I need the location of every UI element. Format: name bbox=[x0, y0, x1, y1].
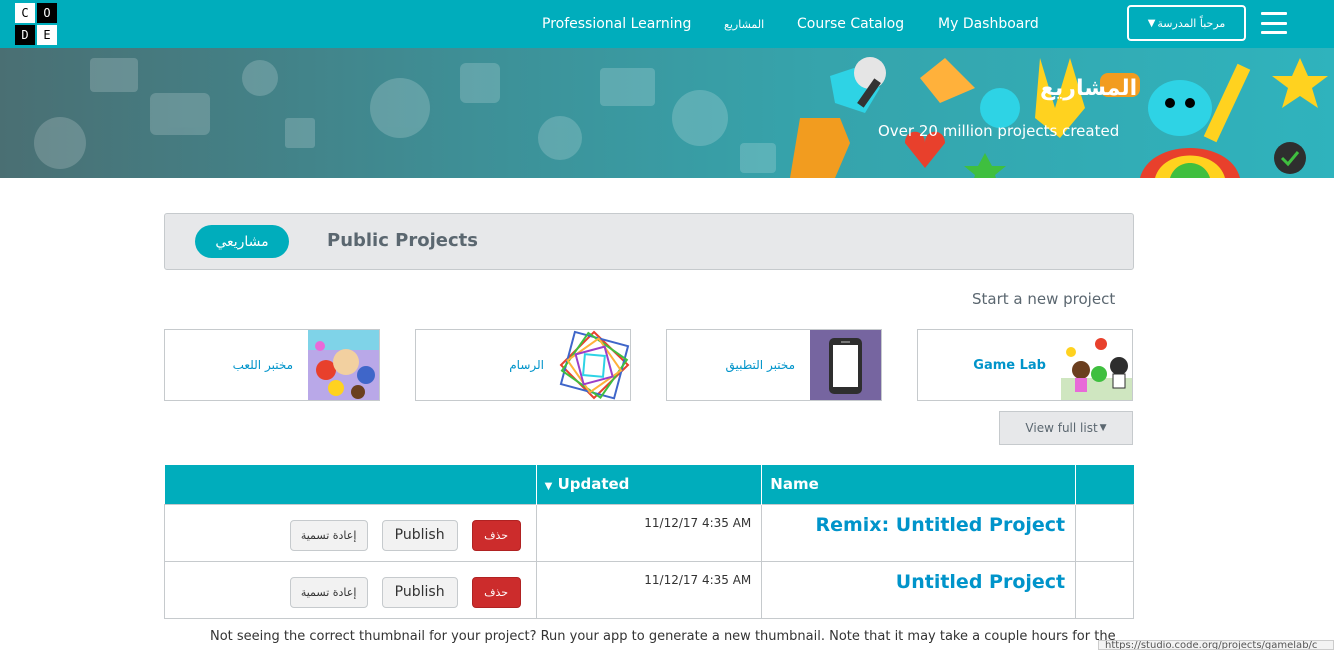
project-name-link[interactable]: Remix: Untitled Project bbox=[762, 505, 1075, 536]
logo-letter-o: O bbox=[37, 3, 57, 23]
project-name-link[interactable]: Untitled Project bbox=[762, 562, 1075, 593]
header-name[interactable]: Name bbox=[761, 465, 1077, 504]
header-updated[interactable]: ▼ Updated bbox=[536, 465, 763, 504]
thumbnail-help-note: Not seeing the correct thumbnail for you… bbox=[210, 629, 1116, 644]
start-new-project-heading: Start a new project bbox=[972, 290, 1116, 308]
sort-caret-down-icon: ▼ bbox=[544, 481, 553, 493]
banner-subtitle: Over 20 million projects created bbox=[878, 122, 1120, 140]
table-row: إعادة تسمية Publish حذف 11/12/17 4:35 AM… bbox=[164, 560, 1134, 619]
project-type-artist[interactable]: الرسام bbox=[415, 329, 631, 401]
row-updated: 11/12/17 4:35 AM bbox=[535, 560, 763, 619]
user-menu-button[interactable]: ▼ مرحباً المدرسة bbox=[1127, 5, 1246, 41]
nav-my-dashboard[interactable]: My Dashboard bbox=[938, 0, 1039, 48]
logo-letter-e: E bbox=[37, 25, 57, 45]
updated-date: 11/12/17 4:35 AM bbox=[644, 515, 752, 530]
caret-down-icon: ▼ bbox=[1147, 17, 1156, 29]
project-type-gamelab[interactable]: Game Lab bbox=[917, 329, 1133, 401]
project-type-playlab[interactable]: مختبر اللعب bbox=[164, 329, 380, 401]
table-row: إعادة تسمية Publish حذف 11/12/17 4:35 AM… bbox=[164, 503, 1134, 562]
row-actions: إعادة تسمية Publish حذف bbox=[164, 560, 537, 619]
header-updated-label: Updated bbox=[557, 475, 630, 494]
updated-date: 11/12/17 4:35 AM bbox=[644, 572, 752, 587]
banner-illustration bbox=[34, 57, 1328, 178]
publish-button[interactable]: Publish bbox=[381, 519, 458, 551]
delete-button[interactable]: حذف bbox=[471, 576, 521, 608]
header-extra bbox=[1075, 465, 1134, 504]
user-menu-label: مرحباً المدرسة bbox=[1157, 16, 1226, 30]
rename-button[interactable]: إعادة تسمية bbox=[289, 576, 368, 608]
row-updated: 11/12/17 4:35 AM bbox=[535, 503, 763, 562]
nav-course-catalog[interactable]: Course Catalog bbox=[797, 0, 904, 48]
nav-projects[interactable]: المشاريع bbox=[724, 0, 764, 48]
tab-public-projects[interactable]: Public Projects bbox=[327, 230, 478, 251]
playlab-thumbnail bbox=[308, 330, 379, 400]
top-nav-bar: C O D E Professional Learning المشاريع C… bbox=[0, 0, 1334, 48]
logo-letter-c: C bbox=[15, 3, 35, 23]
hamburger-icon[interactable] bbox=[1261, 12, 1287, 34]
row-actions: إعادة تسمية Publish حذف bbox=[164, 503, 537, 562]
publish-button[interactable]: Publish bbox=[381, 576, 458, 608]
view-full-list-button[interactable]: View full list ▼ bbox=[999, 411, 1133, 445]
code-logo[interactable]: C O D E bbox=[15, 3, 57, 45]
artist-thumbnail bbox=[559, 330, 630, 400]
row-extra bbox=[1075, 560, 1134, 619]
row-name: Untitled Project bbox=[761, 560, 1077, 619]
project-type-label: مختبر التطبيق bbox=[725, 358, 795, 372]
projects-banner: المشاريع Over 20 million projects create… bbox=[0, 48, 1334, 178]
rename-button[interactable]: إعادة تسمية bbox=[289, 519, 368, 551]
project-type-applab[interactable]: مختبر التطبيق bbox=[666, 329, 882, 401]
project-type-label: الرسام bbox=[509, 358, 544, 372]
tab-my-projects[interactable]: مشاريعي bbox=[195, 225, 289, 258]
gamelab-thumbnail bbox=[1061, 330, 1132, 400]
row-extra bbox=[1075, 503, 1134, 562]
status-bar-url: https://studio.code.org/projects/gamelab… bbox=[1098, 640, 1334, 650]
header-actions bbox=[164, 465, 537, 504]
nav-professional-learning[interactable]: Professional Learning bbox=[542, 0, 691, 48]
banner-title: المشاريع bbox=[1040, 76, 1138, 101]
row-name: Remix: Untitled Project bbox=[761, 503, 1077, 562]
project-tabs: مشاريعي Public Projects bbox=[164, 213, 1134, 270]
project-type-label: Game Lab bbox=[973, 358, 1046, 373]
delete-button[interactable]: حذف bbox=[471, 519, 521, 551]
project-type-label: مختبر اللعب bbox=[232, 358, 293, 372]
caret-down-icon: ▼ bbox=[1099, 423, 1107, 433]
logo-letter-d: D bbox=[15, 25, 35, 45]
table-header-row: ▼ Updated Name bbox=[164, 465, 1134, 504]
projects-table: ▼ Updated Name إعادة تسمية Publish حذف 1… bbox=[164, 465, 1134, 619]
view-full-list-label: View full list bbox=[1025, 421, 1098, 435]
phone-icon bbox=[810, 330, 881, 400]
